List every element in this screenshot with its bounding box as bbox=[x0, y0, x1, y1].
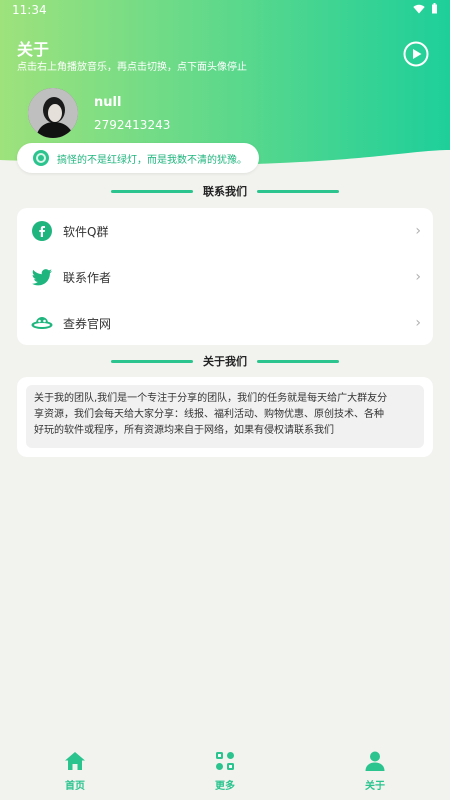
about-text-line: 关于我的团队,我们是一个专注于分享的团队，我们的任务就是每天给广大群友分 bbox=[34, 393, 388, 404]
avatar-image bbox=[28, 88, 78, 138]
bottom-nav: 首页 更多 关于 bbox=[0, 742, 450, 800]
avatar[interactable] bbox=[28, 88, 78, 138]
quote-pill: 搞怪的不是红绿灯，而是我数不清的犹豫。 bbox=[17, 143, 259, 173]
contact-item-qq-group[interactable]: 软件Q群 › bbox=[17, 208, 433, 254]
wifi-icon bbox=[413, 4, 425, 13]
chevron-right-icon: › bbox=[415, 315, 421, 331]
about-section-title: 关于我们 bbox=[0, 352, 450, 370]
nav-item-about[interactable]: 关于 bbox=[345, 750, 405, 796]
quote-text: 搞怪的不是红绿灯，而是我数不清的犹豫。 bbox=[57, 154, 247, 166]
about-title-text: 关于我们 bbox=[203, 355, 247, 368]
page-title: 关于 bbox=[17, 40, 50, 59]
user-id: 2792413243 bbox=[94, 118, 171, 132]
chevron-right-icon: › bbox=[415, 269, 421, 285]
status-time: 11:34 bbox=[12, 3, 47, 17]
about-text-line: 好玩的软件或程序，所有资源均来自于网络，如果有侵权请联系我们 bbox=[34, 425, 334, 436]
nav-label: 更多 bbox=[215, 781, 235, 792]
status-bar: 11:34 bbox=[0, 0, 450, 20]
play-icon bbox=[413, 49, 422, 59]
contact-title-text: 联系我们 bbox=[203, 185, 247, 198]
chevron-right-icon: › bbox=[415, 223, 421, 239]
planet-icon bbox=[31, 317, 53, 329]
contact-item-author[interactable]: 联系作者 › bbox=[17, 254, 433, 300]
contact-card: 软件Q群 › 联系作者 › 查券官网 › bbox=[17, 208, 433, 345]
home-icon bbox=[65, 752, 85, 770]
contact-item-label: 软件Q群 bbox=[63, 224, 109, 239]
nav-item-home[interactable]: 首页 bbox=[45, 750, 105, 796]
divider-right bbox=[257, 359, 339, 363]
about-text-box: 关于我的团队,我们是一个专注于分享的团队，我们的任务就是每天给广大群友分 享资源… bbox=[26, 385, 424, 448]
user-icon bbox=[365, 751, 385, 771]
status-icons bbox=[413, 3, 438, 14]
divider-right bbox=[257, 189, 339, 193]
nav-item-more[interactable]: 更多 bbox=[195, 750, 255, 796]
apps-icon bbox=[216, 752, 234, 770]
about-text-line: 享资源，我们会每天给大家分享：线报、福利活动、购物优惠、原创技术、各种 bbox=[34, 409, 384, 420]
divider-left bbox=[111, 359, 193, 363]
twitter-bird-icon bbox=[31, 269, 52, 286]
contact-item-label: 联系作者 bbox=[63, 270, 112, 285]
user-name: null bbox=[94, 95, 122, 110]
contact-item-label: 查券官网 bbox=[63, 316, 112, 331]
contact-item-website[interactable]: 查券官网 › bbox=[17, 300, 433, 346]
radio-dot-icon bbox=[33, 150, 49, 166]
divider-left bbox=[111, 189, 193, 193]
battery-icon bbox=[432, 3, 437, 14]
play-music-button[interactable] bbox=[403, 41, 429, 67]
nav-label: 首页 bbox=[65, 781, 85, 792]
page-subtitle: 点击右上角播放音乐，再点击切换，点下面头像停止 bbox=[17, 62, 247, 73]
qq-group-icon bbox=[32, 221, 52, 241]
contact-section-title: 联系我们 bbox=[0, 182, 450, 200]
nav-label: 关于 bbox=[365, 781, 385, 792]
